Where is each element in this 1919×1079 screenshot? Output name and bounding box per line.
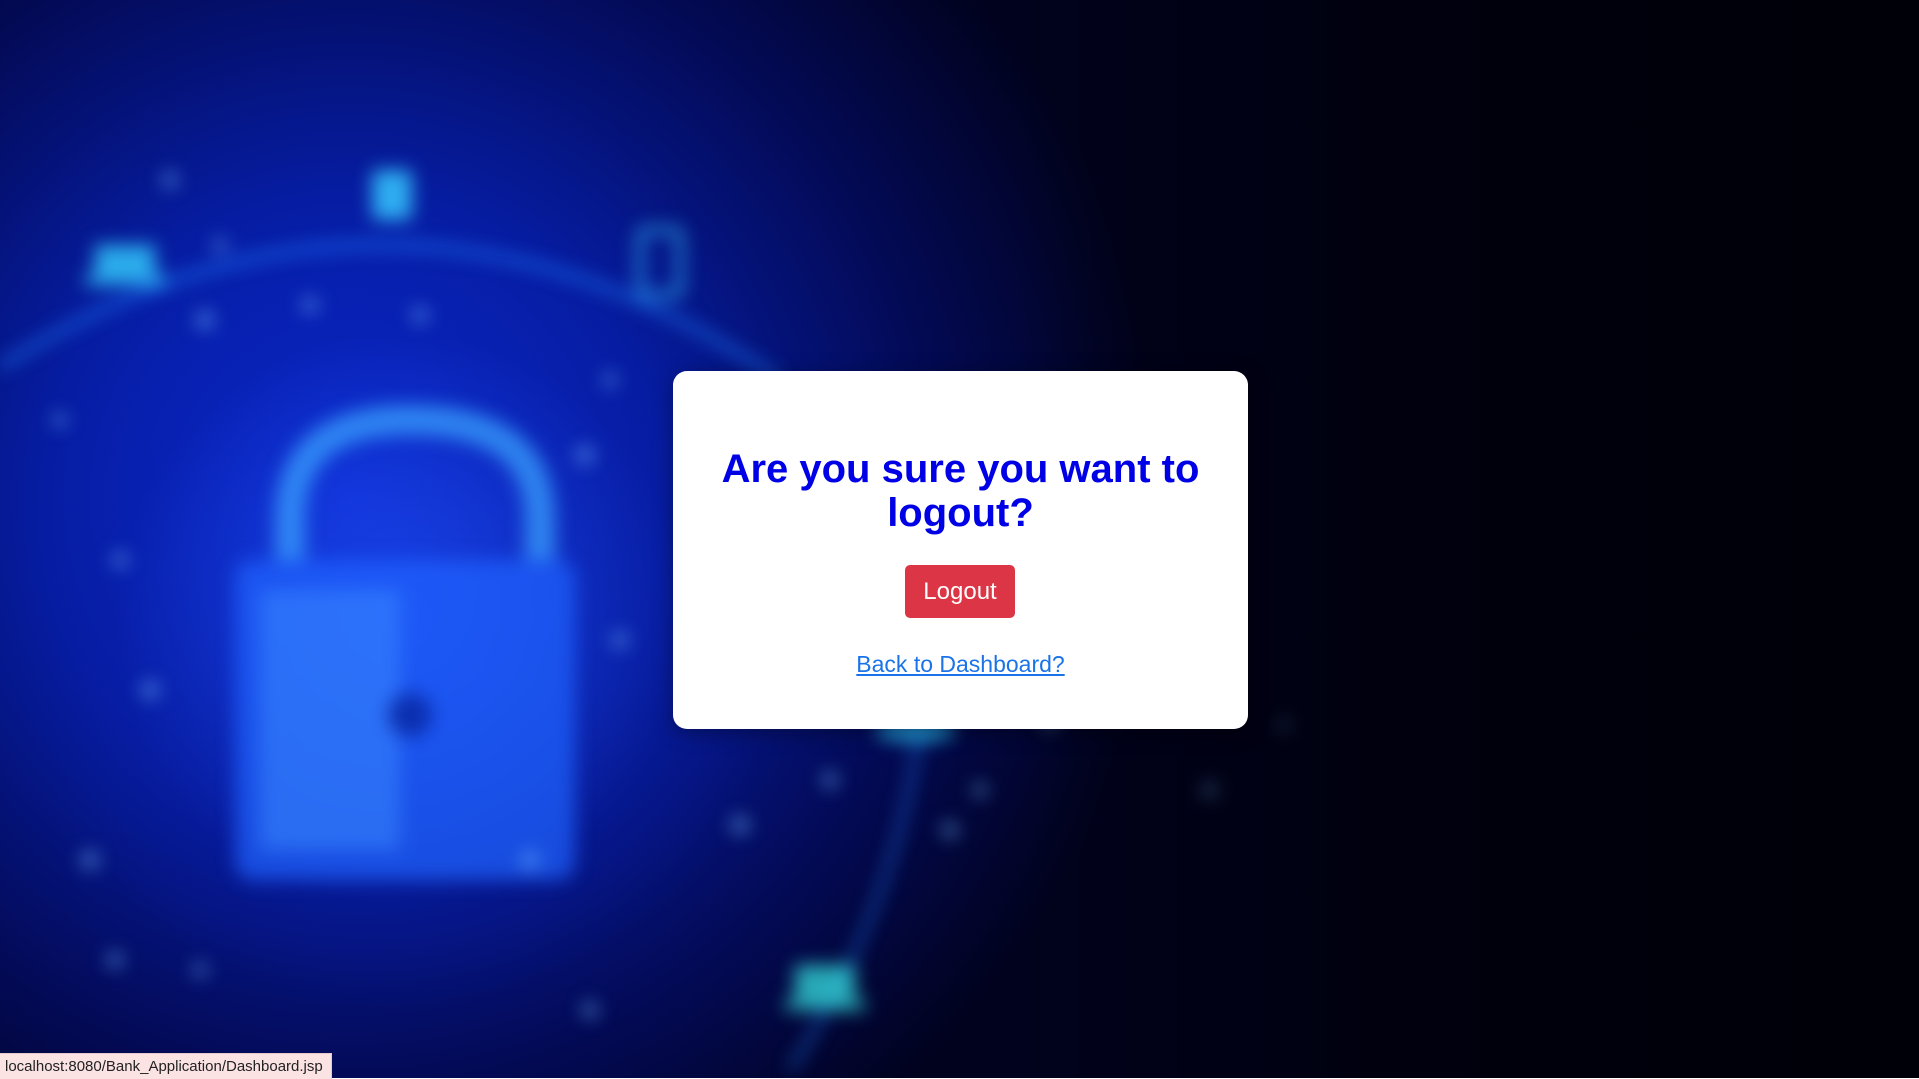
laptop-icon (85, 245, 165, 285)
padlock-icon (235, 404, 575, 880)
dialog-heading: Are you sure you want to logout? (721, 447, 1200, 535)
logout-dialog: Are you sure you want to logout? Logout … (673, 371, 1248, 729)
laptop-icon-bottom (785, 965, 865, 1010)
phone-icon (637, 227, 683, 298)
status-bar-url: localhost:8080/Bank_Application/Dashboar… (0, 1053, 332, 1079)
lock-icon (372, 170, 412, 220)
back-to-dashboard-link[interactable]: Back to Dashboard? (673, 651, 1248, 678)
logout-button[interactable]: Logout (905, 565, 1015, 618)
network-arc-lower (787, 719, 923, 1072)
